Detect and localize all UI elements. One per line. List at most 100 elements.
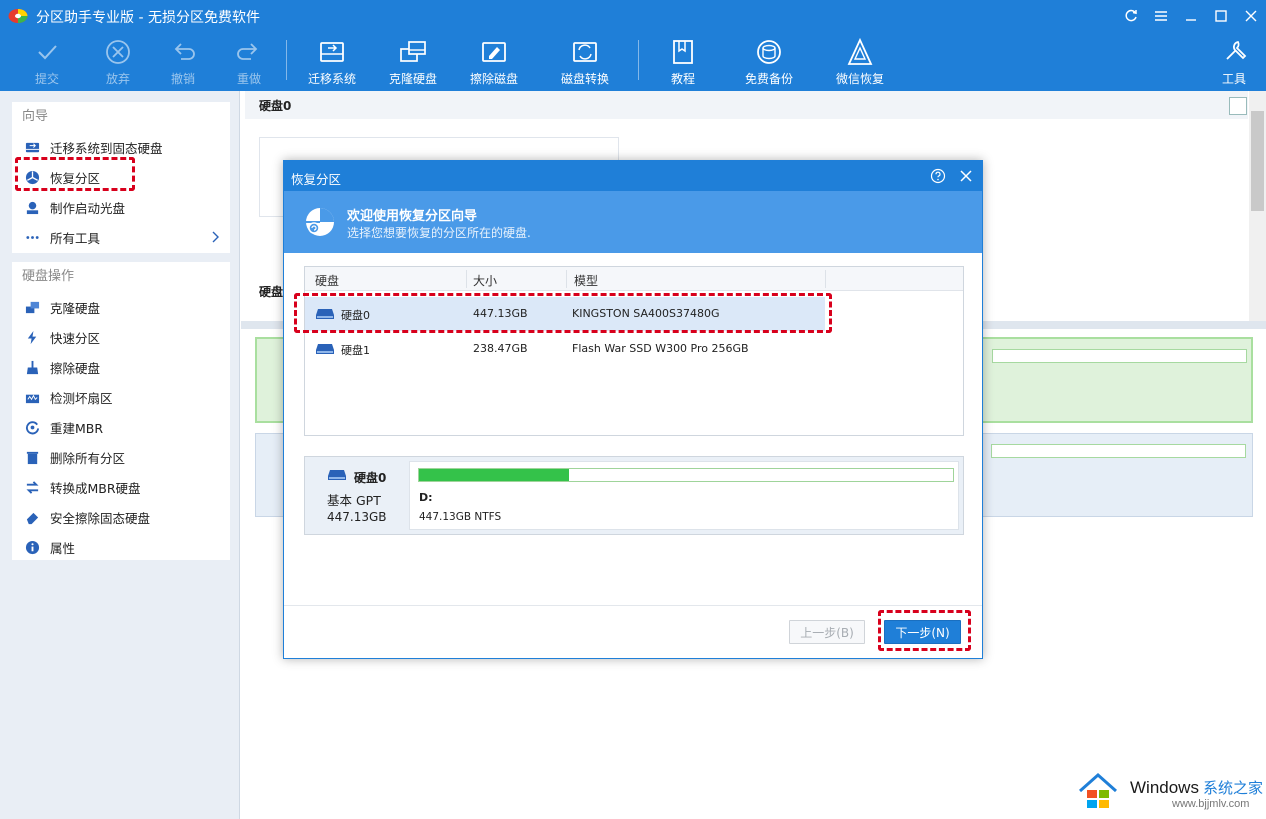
sidebar-item-label: 所有工具 — [50, 230, 101, 246]
eraser-icon — [24, 509, 40, 525]
partition-usage-fill — [419, 469, 569, 481]
disk-convert-button[interactable]: 磁盘转换 — [550, 34, 620, 90]
redo-button[interactable]: 重做 — [214, 34, 284, 90]
redo-icon — [237, 43, 258, 60]
toolbar: 提交 放弃 撤销 重做 迁移系统 克隆硬盘 擦除磁盘 磁盘转换 教程 免费备份 … — [0, 34, 1266, 91]
disk-list-label: 硬盘 — [259, 285, 284, 299]
tools-icon — [1226, 40, 1247, 60]
submit-button[interactable]: 提交 — [12, 34, 82, 90]
partition-bar — [992, 349, 1247, 363]
partition-bar — [991, 444, 1246, 458]
refresh-button[interactable] — [1116, 0, 1146, 32]
sidebar-item-label: 制作启动光盘 — [50, 200, 126, 216]
sidebar-item-label: 转换成MBR硬盘 — [50, 480, 141, 496]
disk-size: 447.13GB — [473, 307, 528, 320]
watermark-brand: Windows 系统之家 — [1130, 778, 1263, 797]
wizard-banner: 欢迎使用恢复分区向导 选择您想要恢复的分区所在的硬盘. — [284, 191, 982, 253]
clone-disk-button[interactable]: 克隆硬盘 — [378, 34, 448, 90]
toolbar-separator — [638, 40, 639, 80]
watermark-url: www.bjjmlv.com — [1172, 798, 1250, 810]
close-icon[interactable] — [958, 168, 974, 184]
column-header-size[interactable]: 大小 — [473, 272, 497, 289]
dialog-title: 恢复分区 — [291, 172, 342, 187]
wechat-restore-icon — [847, 37, 873, 65]
banner-subtitle: 选择您想要恢复的分区所在的硬盘. — [347, 226, 531, 240]
sidebar-item-bad-sectors[interactable]: 检测坏扇区 — [12, 382, 230, 412]
windows-house-logo-icon — [1079, 772, 1117, 808]
discard-button[interactable]: 放弃 — [83, 34, 153, 90]
help-icon[interactable] — [930, 168, 946, 184]
table-row-disk1[interactable]: 硬盘1 238.47GB Flash War SSD W300 Pro 256G… — [305, 332, 963, 366]
minimize-button[interactable] — [1176, 0, 1206, 32]
close-window-button[interactable] — [1236, 0, 1266, 32]
partition-usage-bar — [418, 468, 954, 482]
sidebar-item-delete-all[interactable]: 删除所有分区 — [12, 442, 230, 472]
banner-title: 欢迎使用恢复分区向导 — [347, 209, 478, 224]
sidebar-item-rebuild-mbr[interactable]: 重建MBR — [12, 412, 230, 442]
detail-disk-type: 基本 GPT — [327, 493, 381, 508]
sidebar-item-recover-partition[interactable]: 恢复分区 — [12, 162, 230, 192]
sidebar-item-clone-disk[interactable]: 克隆硬盘 — [12, 292, 230, 322]
maximize-button[interactable] — [1206, 0, 1236, 32]
tools-button[interactable]: 工具 — [1199, 34, 1266, 90]
wipe-disk-button[interactable]: 擦除磁盘 — [459, 34, 529, 90]
wizard-title: 向导 — [22, 109, 49, 124]
partition-block[interactable]: D: 447.13GB NTFS — [409, 461, 959, 530]
close-icon — [1245, 10, 1257, 22]
free-backup-button[interactable]: 免费备份 — [734, 34, 804, 90]
tutorial-button[interactable]: 教程 — [648, 34, 718, 90]
next-button[interactable]: 下一步(N) — [884, 620, 961, 644]
sidebar-item-label: 检测坏扇区 — [50, 390, 113, 406]
migrate-os-icon — [24, 139, 40, 155]
hard-disk-icon — [328, 470, 346, 480]
clone-disk-icon — [400, 41, 426, 62]
undo-button[interactable]: 撤销 — [148, 34, 218, 90]
tutorial-icon — [673, 40, 693, 64]
disk-table: 硬盘 大小 模型 硬盘0 447.13GB KINGSTON SA400S374… — [304, 266, 964, 436]
table-row-disk0[interactable]: 硬盘0 447.13GB KINGSTON SA400S37480G — [305, 297, 825, 331]
table-header: 硬盘 大小 模型 — [305, 267, 963, 291]
sidebar-item-label: 重建MBR — [50, 420, 104, 436]
column-header-disk[interactable]: 硬盘 — [315, 272, 339, 289]
sidebar-item-label: 安全擦除固态硬盘 — [50, 510, 151, 526]
footer-divider — [284, 605, 982, 606]
partition-info: 447.13GB NTFS — [419, 511, 502, 523]
migrate-os-icon — [320, 42, 344, 62]
pie-chart-icon — [24, 169, 40, 185]
sidebar-item-properties[interactable]: 属性 — [12, 532, 230, 562]
vertical-scrollbar[interactable] — [1249, 91, 1266, 321]
disk-detail-panel: 硬盘0 基本 GPT 447.13GB D: 447.13GB NTFS — [304, 456, 964, 535]
sidebar-item-migrate-os[interactable]: 迁移系统到固态硬盘 — [12, 132, 230, 162]
bad-sector-icon — [24, 389, 40, 405]
prev-button[interactable]: 上一步(B) — [789, 620, 865, 644]
sidebar-item-label: 属性 — [50, 540, 76, 556]
dialog-title-bar: 恢复分区 — [284, 161, 982, 191]
sidebar-item-label: 恢复分区 — [50, 170, 101, 186]
sidebar-item-convert-mbr[interactable]: 转换成MBR硬盘 — [12, 472, 230, 502]
rebuild-icon — [24, 419, 40, 435]
sidebar-item-wipe-disk[interactable]: 擦除硬盘 — [12, 352, 230, 382]
partition-letter: D: — [419, 491, 433, 504]
app-header: 分区助手专业版 - 无损分区免费软件 提交 放弃 撤销 重做 迁移系统 克隆硬盘… — [0, 0, 1266, 91]
wizard-panel: 向导 迁移系统到固态硬盘 恢复分区 制作启动光盘 所有工具 — [12, 102, 230, 253]
sidebar-item-quick-partition[interactable]: 快速分区 — [12, 322, 230, 352]
wipe-disk-icon — [482, 42, 506, 62]
recover-partition-icon — [306, 208, 334, 236]
maximize-icon — [1215, 10, 1227, 22]
sidebar-item-boot-disc[interactable]: 制作启动光盘 — [12, 192, 230, 222]
hard-disk-icon — [316, 309, 334, 319]
chevron-right-icon — [212, 231, 219, 243]
sidebar: 向导 迁移系统到固态硬盘 恢复分区 制作启动光盘 所有工具 硬盘操作 克隆硬盘 … — [0, 91, 240, 819]
more-dots-icon — [24, 229, 40, 245]
sidebar-item-label: 快速分区 — [50, 330, 101, 346]
sidebar-item-all-tools[interactable]: 所有工具 — [12, 222, 230, 252]
menu-button[interactable] — [1146, 0, 1176, 32]
sidebar-item-secure-erase[interactable]: 安全擦除固态硬盘 — [12, 502, 230, 532]
column-header-model[interactable]: 模型 — [574, 272, 598, 289]
wechat-restore-button[interactable]: 微信恢复 — [825, 34, 895, 90]
minimize-icon — [1186, 19, 1196, 21]
migrate-os-button[interactable]: 迁移系统 — [297, 34, 367, 90]
layout-toggle-icon[interactable] — [1229, 97, 1247, 115]
sidebar-item-label: 克隆硬盘 — [50, 300, 101, 316]
disk-summary: 硬盘0 基本 GPT 447.13GB — [305, 457, 409, 534]
